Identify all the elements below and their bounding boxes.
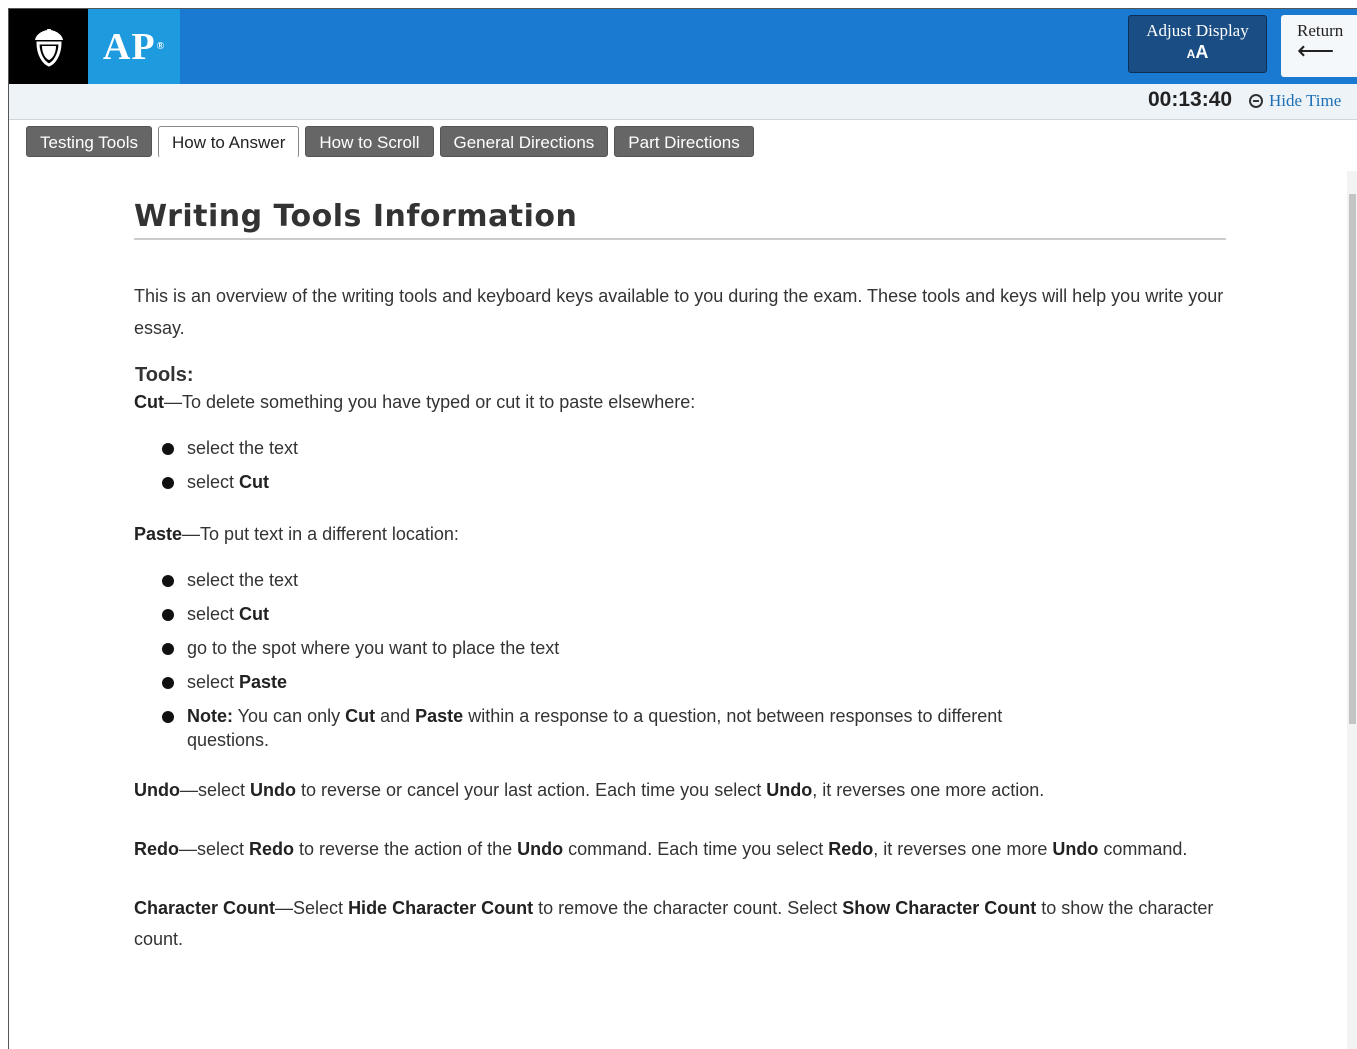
tab-part-directions[interactable]: Part Directions	[614, 126, 754, 157]
cut-description: Cut—To delete something you have typed o…	[134, 392, 696, 412]
ap-logo-text: AP	[102, 25, 156, 68]
tab-general-directions[interactable]: General Directions	[439, 126, 609, 157]
font-size-icon: AA	[1186, 42, 1209, 62]
tab-how-to-scroll[interactable]: How to Scroll	[305, 126, 434, 157]
list-item: select Cut	[162, 602, 1226, 626]
return-button[interactable]: Return ⟵	[1281, 15, 1357, 77]
directions-tabs: Testing Tools How to Answer How to Scrol…	[26, 126, 754, 158]
top-header: AP ® Adjust Display AA Return ⟵	[9, 9, 1357, 84]
timer-value: 00:13:40	[1148, 88, 1233, 111]
tab-how-to-answer[interactable]: How to Answer	[157, 126, 300, 158]
minus-circle-icon	[1249, 94, 1263, 108]
undo-description: Undo—select Undo to reverse or cancel yo…	[134, 780, 1045, 800]
tab-testing-tools[interactable]: Testing Tools	[26, 126, 152, 157]
cut-term: Cut	[134, 392, 164, 412]
timer-bar: 00:13:40 Hide Time	[9, 84, 1357, 120]
paste-term: Paste	[134, 524, 183, 544]
adjust-display-label: Adjust Display	[1146, 21, 1249, 40]
cut-steps: select the text select Cut	[162, 436, 1226, 494]
arrow-left-icon: ⟵	[1297, 36, 1335, 65]
list-item: select the text	[162, 436, 1226, 460]
acorn-logo-icon	[9, 9, 88, 84]
character-count-description: Character Count—Select Hide Character Co…	[134, 898, 1214, 949]
list-item: select the text	[162, 568, 1226, 592]
content-area: Writing Tools Information This is an ove…	[134, 199, 1226, 955]
tools-heading: Tools:	[135, 364, 194, 386]
scrollbar-thumb[interactable]	[1349, 194, 1356, 724]
redo-description: Redo—select Redo to reverse the action o…	[134, 839, 1188, 859]
paste-steps: select the text select Cut go to the spo…	[162, 568, 1226, 752]
ap-logo: AP ®	[88, 9, 180, 84]
hide-time-label: Hide Time	[1269, 91, 1342, 110]
list-item: select Cut	[162, 470, 1226, 494]
list-item: select Paste	[162, 670, 1226, 694]
adjust-display-button[interactable]: Adjust Display AA	[1128, 15, 1267, 73]
app-frame: AP ® Adjust Display AA Return ⟵ 00:13:40 …	[8, 8, 1357, 1049]
paste-description: Paste—To put text in a different locatio…	[134, 524, 459, 544]
list-item-note: Note: You can only Cut and Paste within …	[162, 704, 1067, 752]
hide-time-button[interactable]: Hide Time	[1249, 91, 1341, 111]
page-title: Writing Tools Information	[134, 199, 1226, 240]
list-item: go to the spot where you want to place t…	[162, 636, 1226, 660]
intro-text: This is an overview of the writing tools…	[134, 286, 1224, 338]
